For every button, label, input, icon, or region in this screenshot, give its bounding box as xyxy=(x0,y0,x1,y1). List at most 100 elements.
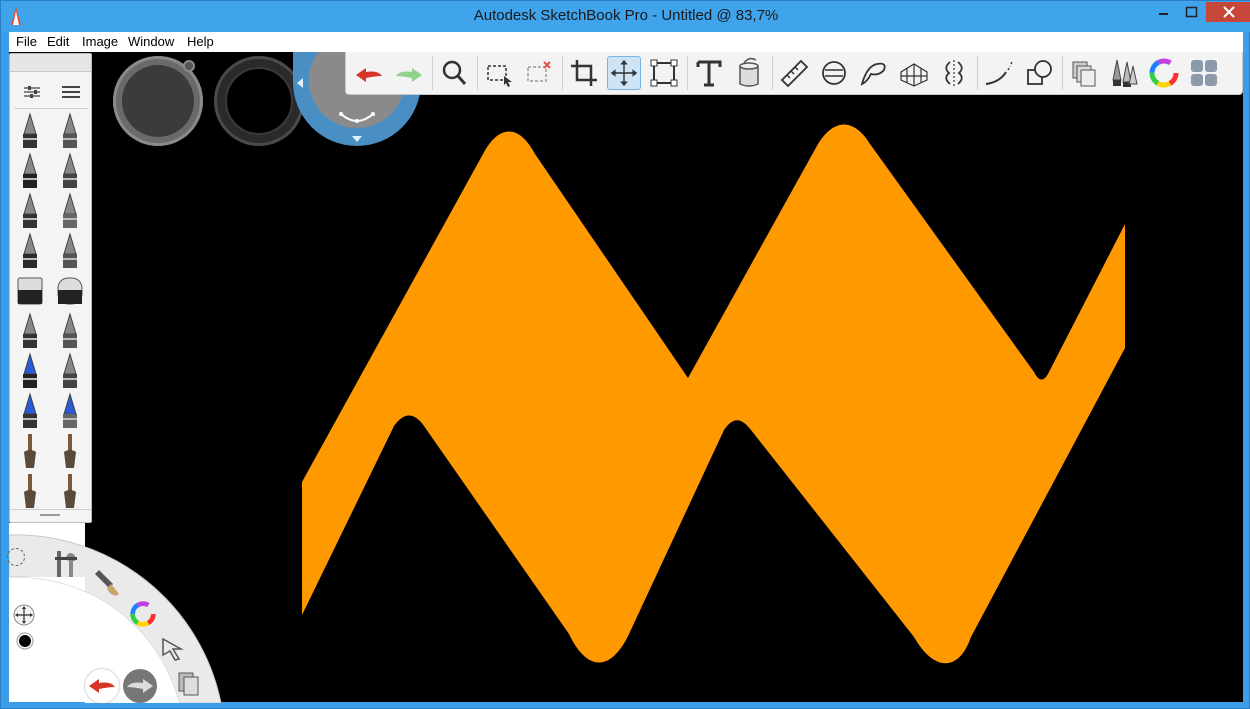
color-wheel-icon xyxy=(1149,58,1179,88)
brushes-button[interactable] xyxy=(1107,56,1141,90)
brush-inking-pen[interactable] xyxy=(12,192,48,230)
layers-icon xyxy=(1072,61,1096,87)
move-button[interactable] xyxy=(607,56,641,90)
brush-blue-marker[interactable] xyxy=(12,352,48,390)
brush-list-icon[interactable] xyxy=(60,84,82,100)
move-icon xyxy=(610,59,638,87)
brush-eraser-hard[interactable] xyxy=(12,272,48,310)
felt-tip-blunt-brush-icon xyxy=(23,312,37,348)
ellipse-icon xyxy=(822,61,846,85)
felt-tip-pointed-brush-icon xyxy=(63,312,77,348)
brush-icon[interactable] xyxy=(93,566,123,598)
brush-airbrush[interactable] xyxy=(12,232,48,270)
fill-button[interactable] xyxy=(732,56,766,90)
tools-icon[interactable] xyxy=(51,549,81,581)
zoom-icon xyxy=(442,60,467,85)
undo-button[interactable] xyxy=(352,56,386,90)
stroke-button[interactable] xyxy=(982,56,1016,90)
brush-puck[interactable] xyxy=(113,56,203,146)
color-wheel-button[interactable] xyxy=(1147,56,1181,90)
brush-settings-icon[interactable] xyxy=(22,84,42,100)
brush-ballpoint-pen[interactable] xyxy=(52,112,88,150)
shape-icon xyxy=(1027,60,1052,85)
lagoon-undo-button[interactable] xyxy=(85,669,119,703)
brush-felt-tip-blunt[interactable] xyxy=(12,312,48,350)
distort-button[interactable] xyxy=(647,56,681,90)
menu-help[interactable]: Help xyxy=(187,34,214,49)
brush-pencil[interactable] xyxy=(12,112,48,150)
color-wheel-lagoon-icon[interactable] xyxy=(127,598,159,630)
minimize-button[interactable] xyxy=(1149,2,1177,24)
brush-fineliner[interactable] xyxy=(52,232,88,270)
clear-select-button[interactable] xyxy=(522,56,556,90)
text-button[interactable] xyxy=(692,56,726,90)
rectangle-select-button[interactable] xyxy=(482,56,516,90)
crop-button[interactable] xyxy=(567,56,601,90)
airbrush-brush-icon xyxy=(23,232,37,268)
distort-icon xyxy=(650,59,678,87)
fineliner-brush-icon xyxy=(63,232,77,268)
layers-lagoon-icon[interactable] xyxy=(175,669,203,697)
text-icon xyxy=(696,60,722,87)
shape-button[interactable] xyxy=(1022,56,1056,90)
brush-ink-bottle[interactable] xyxy=(52,392,88,430)
brush-flat-brush[interactable] xyxy=(12,472,48,510)
select-icon[interactable] xyxy=(159,635,185,661)
close-icon xyxy=(1223,6,1235,18)
lagoon-redo-button[interactable] xyxy=(123,669,157,703)
menu-window[interactable]: Window xyxy=(128,34,174,49)
fan-brush-brush-icon xyxy=(64,434,76,468)
eraser-hard-brush-icon xyxy=(17,277,43,305)
french-curve-button[interactable] xyxy=(857,56,891,90)
copic-library-icon xyxy=(1191,60,1217,86)
menu-edit[interactable]: Edit xyxy=(47,34,69,49)
brush-fine-brush[interactable] xyxy=(52,192,88,230)
redo-button[interactable] xyxy=(392,56,426,90)
ellipse-button[interactable] xyxy=(817,56,851,90)
maximize-button[interactable] xyxy=(1177,2,1205,24)
brush-round-brush[interactable] xyxy=(12,432,48,470)
ballpoint-pen-brush-icon xyxy=(63,112,77,148)
brush-marker[interactable] xyxy=(12,152,48,190)
brush-eraser-soft[interactable] xyxy=(52,272,88,310)
fine-brush-brush-icon xyxy=(63,192,77,228)
blue-marker-brush-icon xyxy=(23,352,37,388)
perspective-button[interactable] xyxy=(897,56,931,90)
menu-file[interactable]: File xyxy=(16,34,37,49)
symmetry-icon xyxy=(945,60,963,86)
lagoon-settings-icon[interactable] xyxy=(7,548,25,566)
rectangle-select-icon xyxy=(487,65,512,87)
brush-dry-brush[interactable] xyxy=(52,472,88,510)
layers-button[interactable] xyxy=(1067,56,1101,90)
move-small-icon[interactable] xyxy=(13,604,35,626)
brush-palette-header[interactable] xyxy=(10,54,91,72)
brush-chisel-marker[interactable] xyxy=(52,152,88,190)
title-bar[interactable]: Autodesk SketchBook Pro - Untitled @ 83,… xyxy=(1,1,1250,32)
brush-size-dot-icon[interactable] xyxy=(15,631,35,651)
menu-bar: File Edit Image Window Help xyxy=(9,32,1243,52)
brush-graphite[interactable] xyxy=(52,352,88,390)
main-toolbar xyxy=(345,52,1243,95)
close-button[interactable] xyxy=(1206,2,1250,22)
zoom-curve-icon xyxy=(339,112,375,123)
chevron-left-icon xyxy=(297,78,303,88)
zoom-button[interactable] xyxy=(437,56,471,90)
marker-brush-icon xyxy=(23,152,37,188)
french-curve-icon xyxy=(860,62,886,86)
clear-select-icon xyxy=(527,61,551,82)
menu-image[interactable]: Image xyxy=(82,34,118,49)
flat-brush-brush-icon xyxy=(24,474,36,508)
ruler-button[interactable] xyxy=(777,56,811,90)
symmetry-button[interactable] xyxy=(937,56,971,90)
eraser-soft-brush-icon xyxy=(57,277,83,305)
stroke-icon xyxy=(985,61,1013,85)
undo-icon xyxy=(356,68,382,82)
brush-fan-brush[interactable] xyxy=(52,432,88,470)
copic-library-button[interactable] xyxy=(1187,56,1221,90)
round-brush-brush-icon xyxy=(24,434,36,468)
brush-palette xyxy=(9,53,92,523)
app-window: Autodesk SketchBook Pro - Untitled @ 83,… xyxy=(0,0,1250,709)
brush-blue-chisel[interactable] xyxy=(12,392,48,430)
color-puck[interactable] xyxy=(214,56,304,146)
brush-felt-tip-pointed[interactable] xyxy=(52,312,88,350)
